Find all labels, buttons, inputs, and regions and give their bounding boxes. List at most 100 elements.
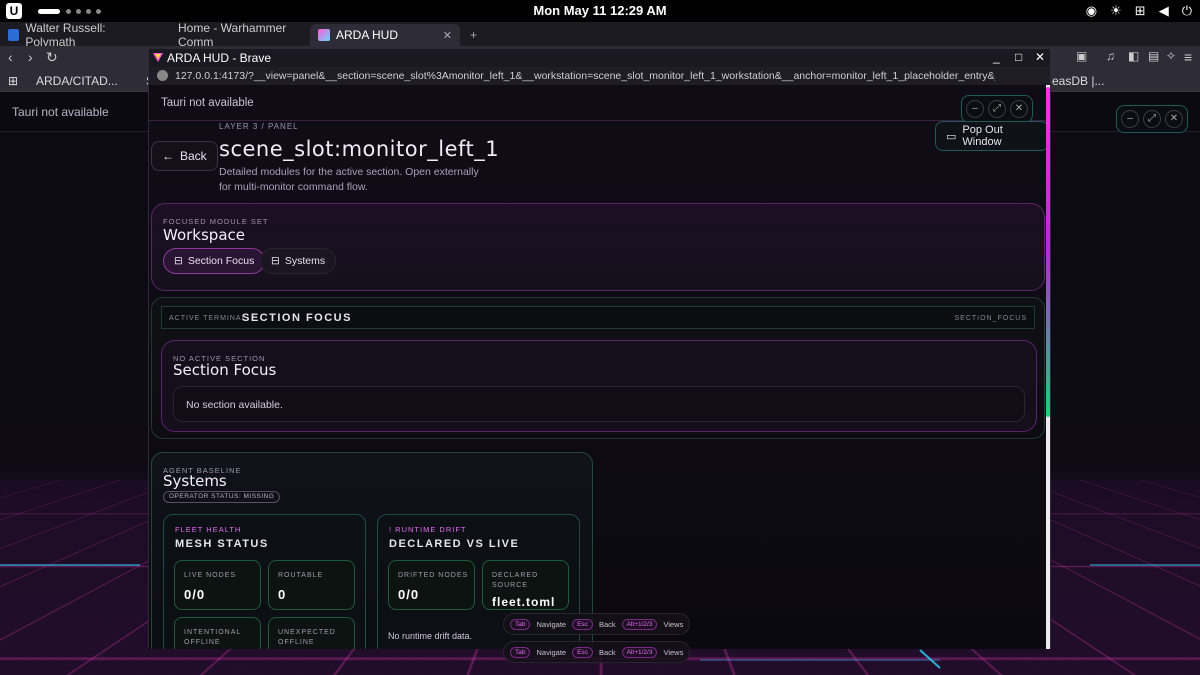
focused-module-kicker: FOCUSED MODULE SET (163, 217, 269, 226)
shortcut-key: Esc (572, 618, 593, 630)
terminal-kicker: ACTIVE TERMINAL (169, 315, 247, 322)
scrollbar-thumb[interactable] (1046, 87, 1050, 417)
section-focus-card: NO ACTIVE SECTION Section Focus No secti… (161, 340, 1037, 432)
popup-minimize-icon[interactable]: _ (993, 50, 1000, 64)
stat-drifted-nodes: DRIFTED NODES 0/0 (388, 560, 475, 610)
system-tray[interactable]: ◉ ☀ ⊞ ◀ ⏻ (1086, 3, 1192, 19)
pill-systems[interactable]: ⊟ Systems (260, 248, 337, 274)
shortcut-action: Views (663, 647, 684, 657)
reload-icon[interactable]: ↻ (46, 49, 58, 66)
discord-icon[interactable]: ◉ (1086, 3, 1097, 19)
network-icon[interactable]: ⊞ (1135, 3, 1146, 19)
close-icon[interactable]: ✕ (1010, 100, 1028, 118)
pill-label: Systems (284, 255, 326, 267)
browser-tab-active[interactable]: ARDA HUD ✕ (310, 24, 460, 46)
maximize-icon[interactable]: ⤢ (988, 100, 1006, 118)
new-tab-button[interactable]: + (462, 24, 482, 46)
popup-title: ARDA HUD - Brave (167, 51, 272, 65)
panel-icon: ⊟ (174, 255, 183, 267)
browser-tab[interactable]: Home - Warhammer Comm (170, 21, 305, 49)
shortcut-action: Navigate (536, 647, 567, 657)
minimize-icon[interactable]: – (966, 100, 984, 118)
sidebar-icon[interactable]: ◧ (1128, 49, 1139, 63)
shortcut-key: Tab (510, 618, 531, 630)
scrollbar[interactable] (1046, 85, 1050, 649)
site-info-icon[interactable] (157, 70, 168, 81)
bookmark-item[interactable]: easDB |... (1052, 74, 1104, 88)
bookmark-item[interactable]: ARDA/CITAD... (36, 74, 118, 88)
stat-label: DRIFTED NODES (398, 572, 469, 579)
pop-out-label: Pop Out Window (962, 124, 1003, 148)
fleet-title: MESH STATUS (175, 538, 269, 550)
pill-section-focus[interactable]: ⊟ Section Focus (163, 248, 266, 274)
terminal-title: SECTION FOCUS (242, 312, 352, 324)
stat-value: 0 (278, 587, 287, 602)
external-window-icon: ▭ (946, 130, 957, 143)
shortcut-key: Tab (510, 646, 531, 658)
volume-icon[interactable]: ◀ (1159, 3, 1169, 19)
tauri-status-bar: Tauri not available (149, 85, 1049, 121)
shortcut-bar: Tab Navigate Esc Back Alt+1/2/3 Views (503, 613, 691, 635)
shortcut-key: Esc (572, 646, 593, 658)
tab-favicon-icon (8, 29, 20, 41)
close-icon[interactable]: ✕ (1165, 110, 1183, 128)
drift-kicker: ! RUNTIME DRIFT (389, 525, 467, 534)
minimize-icon[interactable]: – (1121, 110, 1139, 128)
tab-label: Walter Russell: Polymath (25, 21, 106, 49)
background-window-controls: – ⤢ ✕ (1116, 105, 1188, 133)
drift-note: No runtime drift data. (388, 631, 473, 641)
maximize-icon[interactable]: ⤢ (1143, 110, 1161, 128)
popup-close-icon[interactable]: ✕ (1035, 50, 1045, 64)
back-nav-icon[interactable]: ‹ (8, 49, 13, 65)
brightness-icon[interactable]: ☀ (1110, 3, 1122, 19)
apps-grid-icon[interactable]: ⊞ (8, 74, 18, 88)
tab-close-icon[interactable]: ✕ (443, 29, 452, 42)
shortcut-action: Back (598, 647, 616, 657)
empty-state-text: No section available. (186, 399, 283, 411)
background-tauri-status: Tauri not available (12, 105, 109, 119)
focused-module-card: FOCUSED MODULE SET Workspace ⊟ Section F… (151, 203, 1045, 291)
popup-titlebar: ARDA HUD - Brave _ □ ✕ (149, 49, 1050, 67)
terminal-header: ACTIVE TERMINAL SECTION FOCUS SECTION_FO… (161, 306, 1035, 329)
stat-label: LIVE NODES (184, 572, 237, 579)
back-button-label: Back (180, 149, 207, 163)
shortcut-action: Views (663, 619, 684, 629)
fleet-health-panel: FLEET HEALTH MESH STATUS LIVE NODES 0/0 … (163, 514, 366, 649)
extensions-icon[interactable]: ✧ (1166, 49, 1176, 63)
hud-window-controls: – ⤢ ✕ (961, 95, 1033, 123)
status-badge: OPERATOR STATUS: MISSING (163, 491, 281, 503)
pop-out-window-button[interactable]: ▭ Pop Out Window (935, 121, 1049, 151)
popup-window: ARDA HUD - Brave _ □ ✕ 127.0.0.1:4173/?_… (148, 48, 1051, 649)
hud-content: Tauri not available – ⤢ ✕ ← Back LAYER 3… (149, 85, 1049, 649)
power-icon[interactable]: ⏻ (1182, 3, 1192, 19)
wallet-icon[interactable]: ▤ (1148, 49, 1159, 63)
layer-label: LAYER 3 / PANEL (219, 122, 299, 131)
forward-nav-icon[interactable]: › (28, 49, 33, 65)
stat-value: 0/0 (398, 587, 420, 602)
popup-maximize-icon[interactable]: □ (1015, 50, 1022, 64)
popup-url-text[interactable]: 127.0.0.1:4173/?__view=panel&__section=s… (175, 70, 995, 82)
stat-unexpected-offline: UNEXPECTED OFFLINE (268, 617, 355, 649)
active-terminal-card: ACTIVE TERMINAL SECTION FOCUS SECTION_FO… (151, 297, 1045, 439)
popup-address-bar[interactable]: 127.0.0.1:4173/?__view=panel&__section=s… (149, 67, 1050, 85)
focused-module-title: Workspace (163, 226, 245, 244)
arda-logo-icon (153, 53, 163, 62)
browser-tab[interactable]: Walter Russell: Polymath (0, 21, 160, 49)
shortcut-action: Navigate (536, 619, 567, 629)
section-title: Section Focus (173, 361, 277, 379)
tab-label: Home - Warhammer Comm (178, 21, 287, 49)
system-clock[interactable]: Mon May 11 12:29 AM (0, 3, 1200, 18)
shortcut-bar-background: Tab Navigate Esc Back Alt+1/2/3 Views (503, 641, 691, 663)
panel-icon: ⊟ (271, 255, 280, 267)
tab-label: ARDA HUD (336, 28, 399, 42)
back-button[interactable]: ← Back (151, 141, 218, 171)
stat-value: 0/0 (184, 587, 206, 602)
music-icon[interactable]: ♫ (1106, 49, 1115, 63)
stat-live-nodes: LIVE NODES 0/0 (174, 560, 261, 610)
reader-icon[interactable]: ▣ (1076, 49, 1087, 63)
pill-label: Section Focus (187, 255, 255, 267)
shortcut-action: Back (598, 619, 616, 629)
menu-icon[interactable]: ≡ (1184, 49, 1192, 65)
page-title: scene_slot:monitor_left_1 (219, 137, 500, 161)
stat-label: DECLARED SOURCE (492, 572, 539, 589)
